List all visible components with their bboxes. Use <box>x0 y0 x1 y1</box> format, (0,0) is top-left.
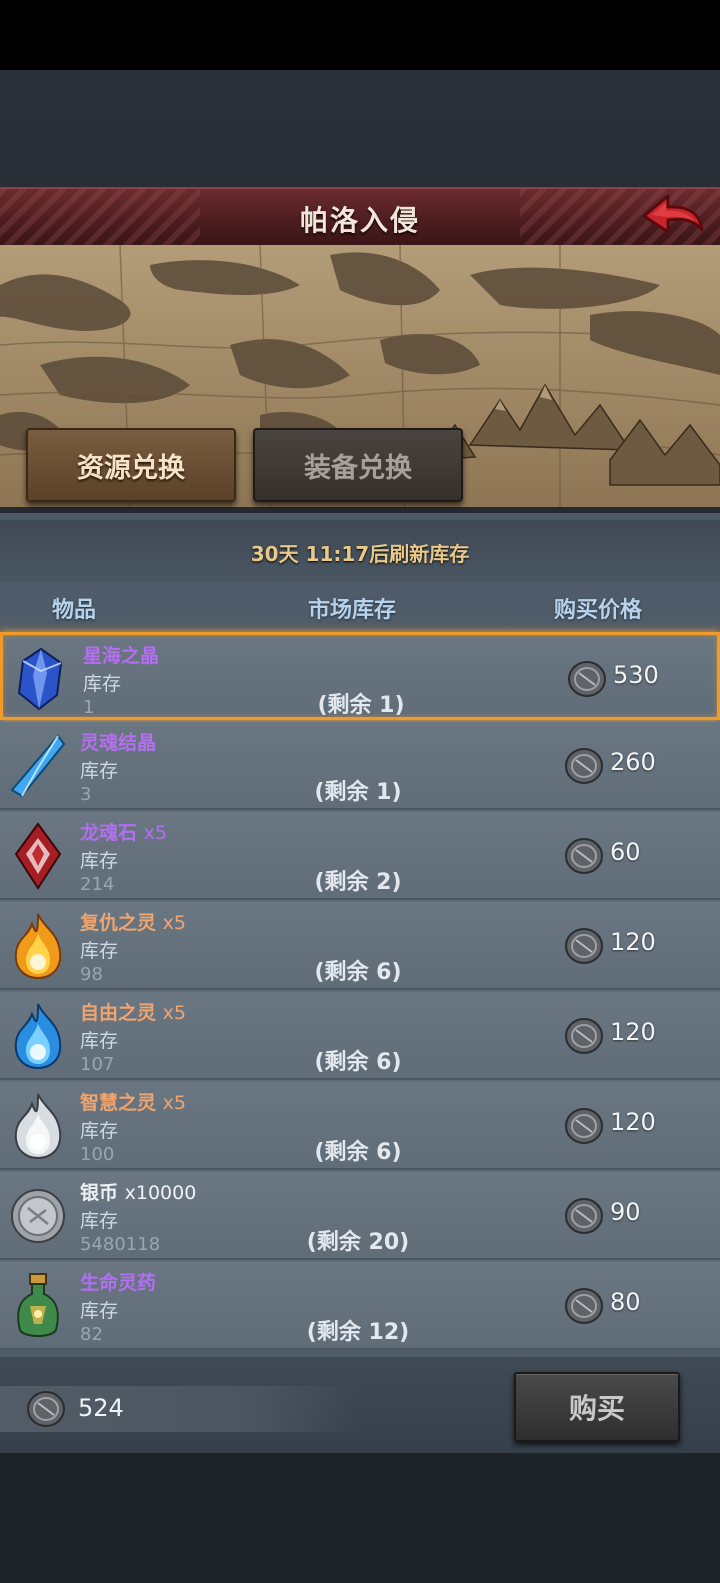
item-list: 星海之晶 库存 1 (剩余 1) 530 灵魂结晶 库存 3 (剩余 1) 26… <box>0 632 720 1350</box>
remaining-count: (剩余 2) <box>314 870 402 895</box>
dragon-soul-stone-icon <box>14 822 62 890</box>
item-name: 智慧之灵 x5 <box>80 1092 186 1114</box>
coin-icon <box>565 748 603 784</box>
list-item[interactable]: 自由之灵 x5 库存 107 (剩余 6) 120 <box>0 992 720 1080</box>
tab-resource-exchange[interactable]: 资源兑换 <box>26 428 236 502</box>
column-header-item: 物品 <box>52 598 97 623</box>
stock-value: 5480118 <box>80 1234 161 1255</box>
white-flame-icon <box>14 1093 62 1160</box>
stock-label: 库存 <box>80 1120 119 1142</box>
item-price: 530 <box>613 661 659 689</box>
item-name: 灵魂结晶 <box>80 732 157 754</box>
list-item[interactable]: 星海之晶 库存 1 (剩余 1) 530 <box>0 632 720 720</box>
title-bar: 帕洛入侵 <box>0 187 720 247</box>
coin-icon <box>568 661 606 697</box>
status-bar-area <box>0 0 720 70</box>
list-item[interactable]: 灵魂结晶 库存 3 (剩余 1) 260 <box>0 722 720 810</box>
stock-label: 库存 <box>80 760 119 782</box>
stock-label: 库存 <box>80 1030 119 1052</box>
life-potion-icon <box>17 1273 59 1337</box>
item-name: 生命灵药 <box>80 1272 157 1294</box>
coin-icon <box>565 838 603 874</box>
item-price: 260 <box>610 748 656 776</box>
stock-value: 1 <box>83 697 95 718</box>
item-price: 60 <box>610 838 641 866</box>
back-arrow-icon <box>642 194 704 234</box>
page-title: 帕洛入侵 <box>299 204 420 237</box>
blue-flame-icon <box>14 1003 62 1070</box>
silver-coin-icon <box>11 1189 65 1243</box>
stock-label: 库存 <box>80 850 119 872</box>
item-price: 120 <box>610 928 656 956</box>
coin-icon <box>565 928 603 964</box>
stock-value: 214 <box>80 874 115 895</box>
item-price: 90 <box>610 1198 641 1226</box>
remaining-count: (剩余 20) <box>306 1230 410 1255</box>
item-price: 80 <box>610 1288 641 1316</box>
stock-label: 库存 <box>80 1300 119 1322</box>
list-item[interactable]: 复仇之灵 x5 库存 98 (剩余 6) 120 <box>0 902 720 990</box>
coin-icon <box>565 1198 603 1234</box>
coin-icon <box>565 1288 603 1324</box>
back-button[interactable] <box>640 190 706 240</box>
item-name: 自由之灵 x5 <box>80 1002 186 1024</box>
remaining-count: (剩余 1) <box>314 780 402 805</box>
buy-button[interactable]: 购买 <box>514 1372 680 1442</box>
remaining-count: (剩余 6) <box>314 1140 402 1165</box>
blue-crystal-icon <box>17 647 63 711</box>
stock-label: 库存 <box>83 673 122 695</box>
coin-icon <box>27 1391 65 1427</box>
remaining-count: (剩余 6) <box>314 1050 402 1075</box>
item-name: 复仇之灵 x5 <box>80 912 186 934</box>
coin-icon <box>565 1108 603 1144</box>
item-price: 120 <box>610 1108 656 1136</box>
list-item[interactable]: 龙魂石 x5 库存 214 (剩余 2) 60 <box>0 812 720 900</box>
list-item[interactable]: 银币 x10000 库存 5480118 (剩余 20) 90 <box>0 1172 720 1260</box>
coin-icon <box>565 1018 603 1054</box>
item-name: 银币 x10000 <box>80 1182 197 1204</box>
currency-balance: 524 <box>78 1394 124 1422</box>
orange-flame-icon <box>14 913 62 980</box>
tab-equipment-exchange[interactable]: 装备兑换 <box>253 428 463 502</box>
stock-value: 100 <box>80 1144 115 1165</box>
stock-value: 107 <box>80 1054 115 1075</box>
item-price: 120 <box>610 1018 656 1046</box>
stock-label: 库存 <box>80 940 119 962</box>
stock-value: 98 <box>80 964 103 985</box>
item-name: 星海之晶 <box>83 645 160 667</box>
stock-label: 库存 <box>80 1210 119 1232</box>
list-item[interactable]: 生命灵药 库存 82 (剩余 12) 80 <box>0 1262 720 1350</box>
remaining-count: (剩余 1) <box>317 693 405 718</box>
list-item[interactable]: 智慧之灵 x5 库存 100 (剩余 6) 120 <box>0 1082 720 1170</box>
stock-value: 82 <box>80 1324 103 1345</box>
column-header-price: 购买价格 <box>554 598 643 623</box>
stock-value: 3 <box>80 784 92 805</box>
column-header-market-stock: 市场库存 <box>308 598 397 623</box>
item-name: 龙魂石 x5 <box>80 822 167 844</box>
refresh-timer: 30天 11:17后刷新库存 <box>250 542 470 566</box>
remaining-count: (剩余 6) <box>314 960 402 985</box>
remaining-count: (剩余 12) <box>306 1320 410 1345</box>
soul-crystal-icon <box>10 734 66 798</box>
